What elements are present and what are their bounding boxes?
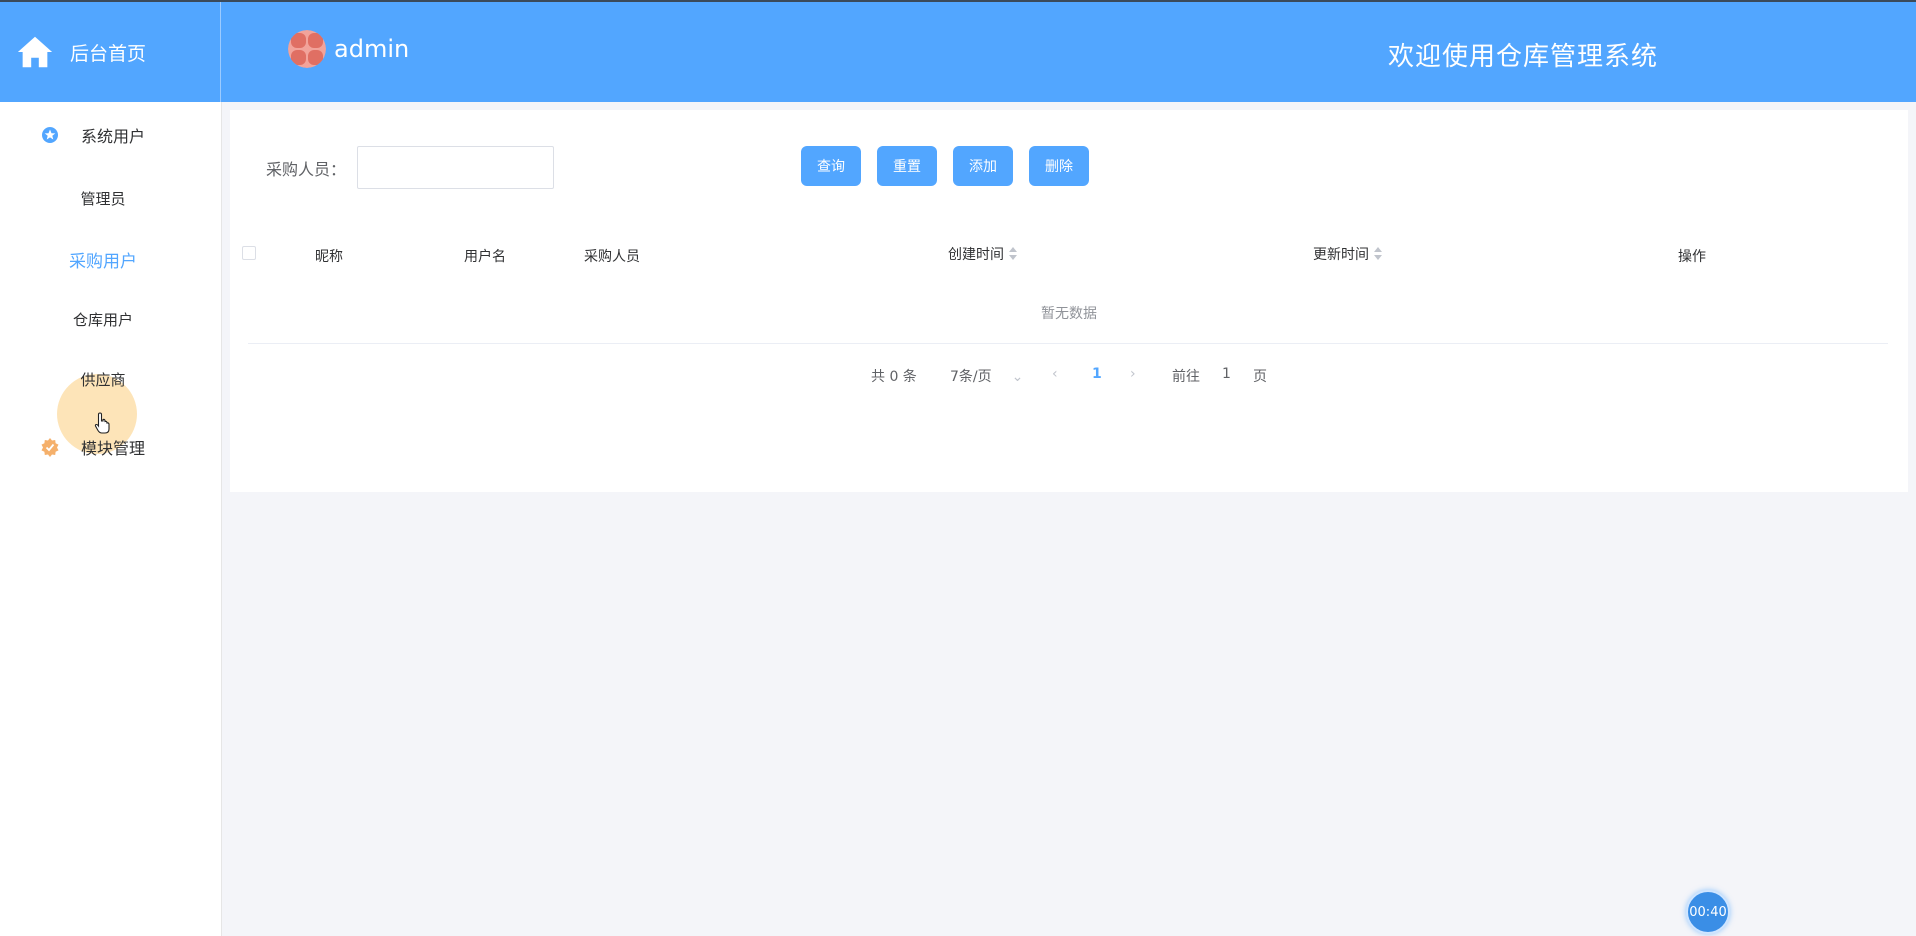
query-button[interactable]: 查询 xyxy=(801,146,861,186)
column-header-actions: 操作 xyxy=(1678,249,1706,265)
gear-badge-icon xyxy=(41,438,59,457)
column-header-username: 用户名 xyxy=(464,249,506,265)
goto-suffix: 页 xyxy=(1253,369,1267,385)
pagination-total: 共 0 条 xyxy=(871,369,917,385)
menu-group-label: 系统用户 xyxy=(81,127,146,146)
welcome-title: 欢迎使用仓库管理系统 xyxy=(1388,42,1659,72)
page-number[interactable]: 1 xyxy=(1092,366,1102,382)
reset-button[interactable]: 重置 xyxy=(877,146,937,186)
chevron-down-icon: ⌄ xyxy=(1011,369,1024,385)
empty-table-text: 暂无数据 xyxy=(1041,306,1097,322)
timer-badge: 00:40 xyxy=(1686,890,1730,934)
goto-label: 前往 xyxy=(1172,369,1200,385)
home-icon xyxy=(17,36,53,68)
menu-group-label: 模块管理 xyxy=(81,439,146,458)
purchaser-label: 采购人员： xyxy=(266,160,347,179)
next-page-icon[interactable]: › xyxy=(1130,366,1136,382)
username: admin xyxy=(334,35,410,63)
star-icon xyxy=(42,127,58,143)
sort-icon[interactable] xyxy=(1374,247,1383,261)
menu-group-module-management[interactable]: 模块管理 xyxy=(0,422,221,472)
sidebar-item-admin[interactable]: 管理员 xyxy=(0,188,206,209)
sidebar-item-warehouse-users[interactable]: 仓库用户 xyxy=(0,309,206,330)
top-header: 后台首页 admin 欢迎使用仓库管理系统 xyxy=(0,0,1916,102)
column-header-purchaser: 采购人员 xyxy=(584,249,640,265)
avatar xyxy=(288,30,326,68)
sort-icon[interactable] xyxy=(1009,247,1018,261)
delete-button[interactable]: 删除 xyxy=(1029,146,1089,186)
sidebar-item-supplier[interactable]: 供应商 xyxy=(0,369,206,390)
column-header-created-time[interactable]: 创建时间 xyxy=(948,244,1018,264)
prev-page-icon[interactable]: ‹ xyxy=(1052,366,1058,382)
home-label: 后台首页 xyxy=(70,42,147,65)
column-header-nickname: 昵称 xyxy=(315,249,343,265)
column-header-updated-time[interactable]: 更新时间 xyxy=(1313,244,1383,264)
home-link[interactable]: 后台首页 xyxy=(0,2,221,102)
user-menu[interactable]: admin xyxy=(288,30,409,68)
purchaser-input[interactable] xyxy=(357,146,554,189)
sidebar-item-purchase-users[interactable]: 采购用户 xyxy=(0,247,206,272)
table-divider xyxy=(248,343,1888,344)
add-button[interactable]: 添加 xyxy=(953,146,1013,186)
content-panel: 采购人员： 查询 重置 添加 删除 昵称 用户名 采购人员 创建时间 更新时间 … xyxy=(230,110,1908,492)
goto-page-input[interactable]: 1 xyxy=(1222,366,1231,382)
select-all-checkbox[interactable] xyxy=(242,246,256,260)
menu-group-system-users[interactable]: 系统用户 xyxy=(0,110,221,160)
page-size-select[interactable]: 7条/页 ⌄ xyxy=(950,366,1023,386)
sidebar: 系统用户 管理员 采购用户 仓库用户 供应商 模块管理 xyxy=(0,102,222,936)
